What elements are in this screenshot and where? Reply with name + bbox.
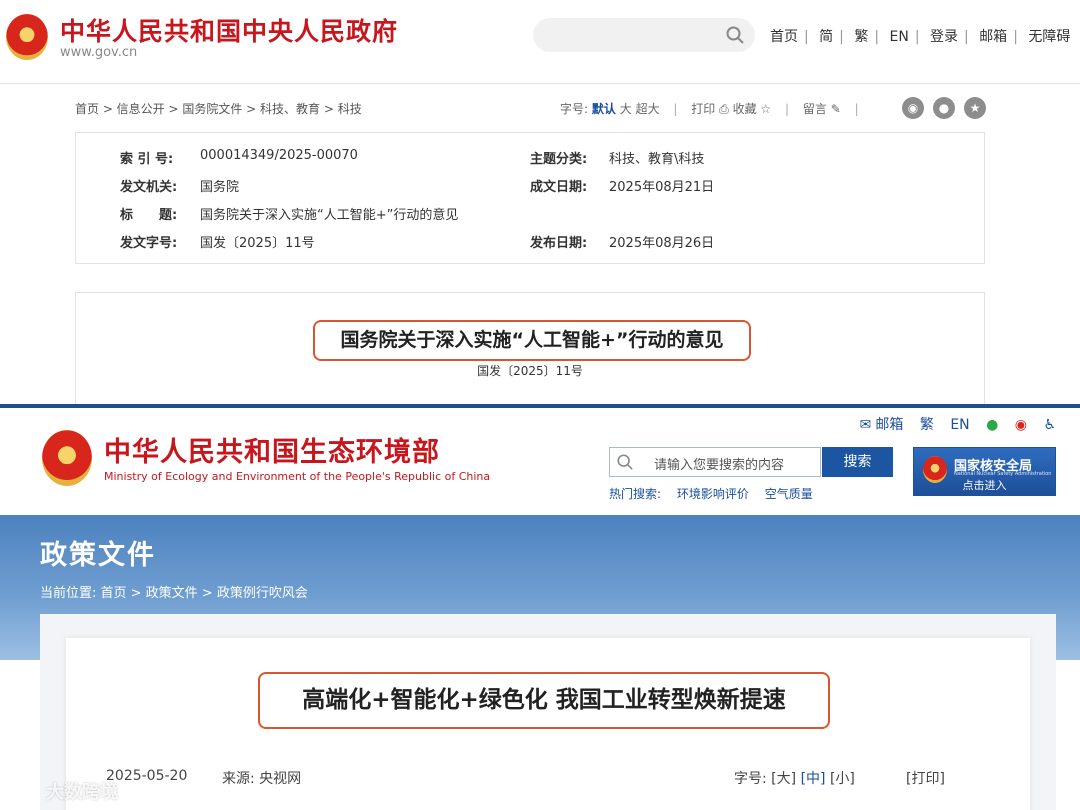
article-title: 高端化+智能化+绿色化 我国工业转型焕新提速 (258, 672, 830, 729)
star-icon[interactable]: ☆ (760, 102, 771, 116)
meta-title-label: 标 题: (120, 208, 178, 223)
document-number: 国发〔2025〕11号 (477, 364, 583, 378)
document-title: 国务院关于深入实施“人工智能+”行动的意见 (313, 320, 751, 361)
banner-title: 政策文件 (40, 540, 156, 571)
mee-search-input[interactable]: 请输入您要搜索的内容 (609, 447, 821, 477)
article-source: 来源: 央视网 (222, 771, 302, 787)
meta-issuer-value: 国务院 (200, 180, 240, 195)
gov-site-title[interactable]: 中华人民共和国中央人民政府 (60, 12, 398, 48)
hot-searches: 热门搜索: 环境影响评价 空气质量 (609, 485, 825, 502)
weibo-share-icon[interactable]: ◉ (902, 97, 924, 119)
nav-home[interactable]: 首页 (770, 29, 798, 45)
search-icon (617, 454, 633, 470)
printer-icon[interactable]: ⎙ (719, 102, 729, 116)
font-size-controls: 字号: [大] [中] [小] (734, 768, 855, 788)
mee-english-link[interactable]: EN (950, 417, 969, 433)
font-large-button[interactable]: [大] (771, 771, 796, 787)
national-emblem-icon (42, 430, 92, 486)
weibo-icon[interactable]: ◉ (1015, 417, 1027, 433)
hot-search-air-quality[interactable]: 空气质量 (765, 487, 813, 501)
font-size-label: 字号: (734, 771, 767, 787)
watermark-logo-icon (14, 783, 40, 801)
font-xlarge-button[interactable]: 超大 (636, 102, 660, 116)
wechat-icon[interactable]: ● (986, 417, 998, 433)
font-default-button[interactable]: 默认 (592, 102, 616, 116)
article-date: 2025-05-20 (106, 768, 188, 784)
accessibility-icon[interactable]: ♿ (1043, 417, 1056, 433)
hot-search-label: 热门搜索: (609, 487, 662, 501)
watermark-text: 大数跨境 (46, 782, 118, 803)
mee-traditional-link[interactable]: 繁 (920, 417, 934, 433)
nav-traditional[interactable]: 繁 (854, 29, 868, 45)
nav-english[interactable]: EN (890, 29, 909, 45)
nav-mail[interactable]: 邮箱 (979, 29, 1007, 45)
font-size-label: 字号: (560, 102, 589, 116)
font-large-button[interactable]: 大 (620, 102, 632, 116)
nav-accessibility[interactable]: 无障碍 (1028, 29, 1070, 45)
breadcrumb[interactable]: 首页 > 信息公开 > 国务院文件 > 科技、教育 > 科技 (75, 100, 362, 117)
font-medium-button[interactable]: [中] (801, 771, 826, 787)
meta-issuer-label: 发文机关: (120, 180, 178, 195)
meta-docno-label: 发文字号: (120, 236, 178, 251)
search-button[interactable]: 搜索 (822, 447, 893, 477)
favorite-star-icon[interactable]: ★ (964, 97, 986, 119)
search-icon[interactable] (725, 25, 745, 45)
nav-login[interactable]: 登录 (930, 29, 958, 45)
meta-date-value: 2025年08月21日 (609, 180, 715, 195)
mee-site-title[interactable]: 中华人民共和国生态环境部 (104, 430, 440, 469)
nsa-entry-banner[interactable]: 国家核安全局 National Nuclear Safety Administr… (913, 447, 1056, 496)
mee-mail-link[interactable]: 邮箱 (875, 417, 903, 433)
national-emblem-icon (6, 14, 48, 60)
hot-search-eia[interactable]: 环境影响评价 (677, 487, 749, 501)
meta-docno-value: 国发〔2025〕11号 (200, 236, 315, 251)
comment-button[interactable]: 留言 (803, 102, 827, 116)
meta-pub-value: 2025年08月26日 (609, 236, 715, 251)
print-button[interactable]: [打印] (906, 768, 945, 788)
article-tools: 字号: 默认 大 超大 | 打印 ⎙ 收藏 ☆ | 留言 ✎ | (560, 102, 859, 116)
gov-page: 中华人民共和国中央人民政府 www.gov.cn 首页 | 简 | 繁 | EN | 登… (0, 0, 1080, 404)
print-button[interactable]: 打印 (691, 102, 715, 116)
gov-search-input[interactable] (533, 18, 755, 52)
favorite-button[interactable]: 收藏 (733, 102, 757, 116)
mee-utility-bar: ✉ 邮箱 繁 EN ● ◉ ♿ (848, 414, 1056, 434)
meta-topic-label: 主题分类: (530, 152, 588, 167)
meta-date-label: 成文日期: (530, 180, 588, 195)
watermark: 大数跨境 (14, 778, 118, 804)
breadcrumb[interactable]: 当前位置: 首页 > 政策文件 > 政策例行吹风会 (40, 582, 308, 601)
mail-icon[interactable]: ✉ (860, 417, 872, 433)
font-small-button[interactable]: [小] (830, 771, 855, 787)
mee-site-english: Ministry of Ecology and Environment of t… (104, 470, 491, 483)
meta-index-value: 000014349/2025-00070 (200, 148, 358, 163)
meta-topic-value: 科技、教育\科技 (609, 152, 705, 167)
gov-header: 中华人民共和国中央人民政府 www.gov.cn 首页 | 简 | 繁 | EN | 登… (0, 0, 1080, 84)
wechat-share-icon[interactable]: ● (933, 97, 955, 119)
nav-simplified[interactable]: 简 (819, 29, 833, 45)
nsa-enter: 点击进入 (962, 479, 1007, 492)
pencil-icon[interactable]: ✎ (831, 102, 841, 116)
document-metadata: 索 引 号: 000014349/2025-00070 主题分类: 科技、教育\… (75, 132, 985, 264)
meta-index-label: 索 引 号: (120, 152, 174, 167)
gov-site-url: www.gov.cn (60, 45, 138, 60)
search-placeholder: 请输入您要搜索的内容 (654, 458, 785, 473)
meta-pub-label: 发布日期: (530, 236, 588, 251)
meta-title-value: 国务院关于深入实施“人工智能+”行动的意见 (200, 208, 459, 223)
mee-page: ✉ 邮箱 繁 EN ● ◉ ♿ 中华人民共和国生态环境部 Ministry of … (0, 408, 1080, 810)
gov-top-nav: 首页 | 简 | 繁 | EN | 登录 | 邮箱 | 无障碍 (770, 29, 1071, 45)
